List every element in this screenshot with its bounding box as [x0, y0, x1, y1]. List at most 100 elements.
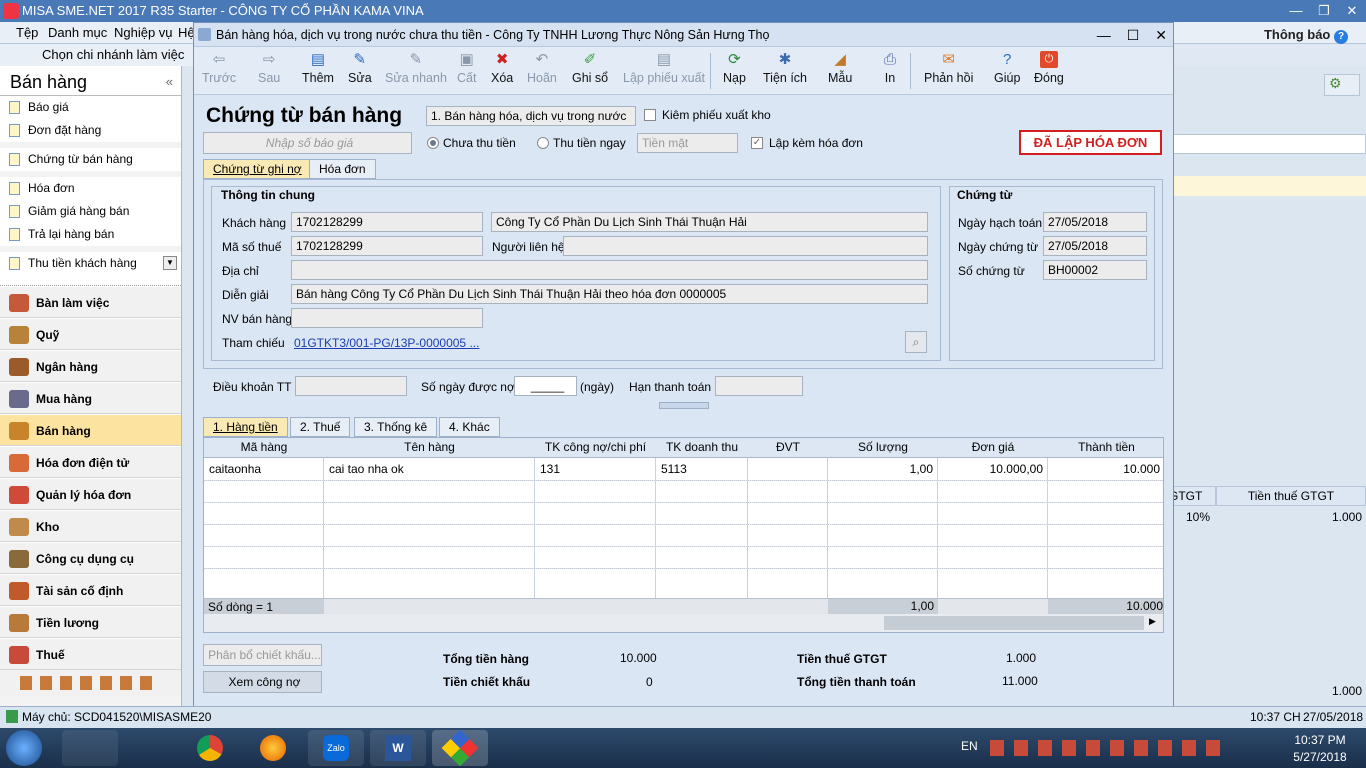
next-button[interactable]: ⇨ Sau: [258, 51, 280, 85]
posting-date-input[interactable]: 27/05/2018: [1043, 212, 1147, 232]
tab-stats[interactable]: 3. Thống kê: [354, 417, 438, 437]
notification-link[interactable]: Thông báo ?: [1264, 27, 1348, 44]
module-einvoice[interactable]: Hóa đơn điện tử: [0, 446, 181, 478]
language-indicator[interactable]: EN: [961, 739, 978, 753]
module-sales[interactable]: Bán hàng: [0, 414, 181, 446]
quote-input[interactable]: Nhập số báo giá: [203, 132, 412, 154]
dialog-close-icon[interactable]: ✕: [1155, 23, 1167, 47]
restore-icon[interactable]: ❐: [1310, 0, 1338, 22]
col-code[interactable]: Mã hàng: [204, 438, 324, 458]
cell-code[interactable]: caitaonha: [204, 458, 324, 480]
add-button[interactable]: ▤ Thêm: [302, 51, 334, 85]
explorer-icon[interactable]: [62, 730, 118, 766]
sidebar-item-sales-voucher[interactable]: Chứng từ bán hàng: [0, 148, 181, 171]
sidebar-item-collect[interactable]: Thu tiền khách hàng ▼: [0, 252, 181, 276]
quick-edit-button[interactable]: ✎ Sửa nhanh: [385, 51, 447, 85]
utility-button[interactable]: ✱ Tiện ích: [763, 51, 807, 85]
voucher-no-input[interactable]: BH00002: [1043, 260, 1147, 280]
col-price[interactable]: Đơn giá: [938, 438, 1048, 458]
horizontal-scrollbar[interactable]: ▶: [204, 614, 1163, 632]
cash-select[interactable]: Tiền mặt: [637, 133, 738, 153]
sidebar-item-discount[interactable]: Giảm giá hàng bán: [0, 200, 181, 223]
menu-catalog[interactable]: Danh mục: [48, 25, 107, 40]
cell-unit[interactable]: [748, 458, 828, 480]
module-payroll[interactable]: Tiền lương: [0, 606, 181, 638]
undo-button[interactable]: ↶ Hoãn: [527, 51, 557, 85]
taxcode-input[interactable]: 1702128299: [291, 236, 483, 256]
dropdown-icon[interactable]: ▼: [163, 256, 177, 270]
feedback-button[interactable]: ✉ Phản hồi: [924, 51, 973, 85]
save-button[interactable]: ▣ Cất: [457, 51, 476, 85]
sidebar-item-quote[interactable]: Báo giá: [0, 96, 181, 119]
reference-search-icon[interactable]: ⌕: [905, 331, 927, 353]
close-icon[interactable]: ✕: [1338, 0, 1366, 22]
prev-button[interactable]: ⇦ Trước: [202, 51, 236, 85]
module-invoice-mgmt[interactable]: Quản lý hóa đơn: [0, 478, 181, 510]
due-date-input[interactable]: [715, 376, 803, 396]
voucher-date-input[interactable]: 27/05/2018: [1043, 236, 1147, 256]
print-button[interactable]: ⎙ In: [881, 51, 899, 85]
menu-file[interactable]: Tệp: [16, 25, 38, 40]
export-slip-button[interactable]: ▤ Lập phiếu xuất: [623, 51, 705, 85]
staff-input[interactable]: [291, 308, 483, 328]
start-button-icon[interactable]: [6, 730, 42, 766]
module-warehouse[interactable]: Kho: [0, 510, 181, 542]
paid-now-radio[interactable]: [537, 137, 549, 149]
cell-name[interactable]: cai tao nha ok: [324, 458, 535, 480]
col-amount[interactable]: Thành tiền: [1048, 438, 1163, 458]
module-tools[interactable]: Công cụ dụng cụ: [0, 542, 181, 574]
cell-revenue-account[interactable]: 5113: [656, 458, 748, 480]
days-input[interactable]: _____: [514, 376, 577, 396]
help-button[interactable]: ? Giúp: [994, 51, 1020, 85]
tray-icons[interactable]: [990, 740, 1230, 756]
zalo-icon[interactable]: Zalo: [308, 730, 364, 766]
reload-button[interactable]: ⟳ Nạp: [723, 51, 746, 85]
sidebar-item-order[interactable]: Đơn đặt hàng: [0, 119, 181, 142]
word-icon[interactable]: W: [370, 730, 426, 766]
stock-check-box[interactable]: [644, 109, 656, 121]
post-button[interactable]: ✐ Ghi sổ: [572, 51, 608, 85]
chrome-icon[interactable]: [182, 730, 238, 766]
module-assets[interactable]: Tài sản cố định: [0, 574, 181, 606]
tab-debt-voucher[interactable]: Chứng từ ghi nợ: [203, 159, 312, 179]
minimize-icon[interactable]: —: [1282, 0, 1310, 22]
edit-button[interactable]: ✎ Sửa: [348, 51, 372, 85]
col-quantity[interactable]: Số lượng: [828, 438, 938, 458]
view-debt-button[interactable]: Xem công nợ: [203, 671, 322, 693]
voucher-type-select[interactable]: 1. Bán hàng hóa, dịch vụ trong nước: [426, 106, 636, 126]
close-button[interactable]: ⏻ Đóng: [1034, 51, 1064, 85]
clock-date[interactable]: 5/27/2018: [1290, 750, 1350, 764]
branch-selector[interactable]: Chọn chi nhánh làm việc: [0, 44, 195, 66]
col-name[interactable]: Tên hàng: [324, 438, 535, 458]
customer-code-input[interactable]: 1702128299: [291, 212, 483, 232]
tab-invoice[interactable]: Hóa đơn: [309, 159, 376, 179]
tab-goods[interactable]: 1. Hàng tiền: [203, 417, 288, 437]
reference-link[interactable]: 01GTKT3/001-PG/13P-0000005 ...: [294, 336, 479, 350]
firefox-icon[interactable]: [245, 730, 301, 766]
tab-tax[interactable]: 2. Thuế: [290, 417, 351, 437]
discount-alloc-button[interactable]: Phân bổ chiết khấu...: [203, 644, 322, 666]
media-player-icon[interactable]: [122, 730, 178, 766]
module-purchase[interactable]: Mua hàng: [0, 382, 181, 414]
clock-time[interactable]: 10:37 PM: [1290, 733, 1350, 747]
template-button[interactable]: ◢ Mẫu: [828, 51, 852, 85]
dialog-minimize-icon[interactable]: —: [1097, 23, 1111, 47]
dialog-maximize-icon[interactable]: ☐: [1127, 23, 1140, 47]
scroll-right-icon[interactable]: ▶: [1149, 616, 1156, 627]
sidebar-item-return[interactable]: Trả lại hàng bán: [0, 223, 181, 246]
collapse-icon[interactable]: «: [166, 74, 173, 89]
description-input[interactable]: Bán hàng Công Ty Cổ Phần Du Lịch Sinh Th…: [291, 284, 928, 304]
col-revenue-account[interactable]: TK doanh thu: [656, 438, 748, 458]
tab-other[interactable]: 4. Khác: [439, 417, 500, 437]
cell-quantity[interactable]: 1,00: [828, 458, 938, 480]
terms-input[interactable]: [295, 376, 407, 396]
collapse-handle[interactable]: [659, 402, 709, 409]
module-tax[interactable]: Thuế: [0, 638, 181, 670]
module-bank[interactable]: Ngân hàng: [0, 350, 181, 382]
scroll-thumb[interactable]: [884, 616, 1144, 630]
help-icon[interactable]: ?: [1334, 30, 1348, 44]
contact-input[interactable]: [563, 236, 928, 256]
address-input[interactable]: [291, 260, 928, 280]
misa-icon[interactable]: [432, 729, 488, 767]
with-invoice-checkbox[interactable]: ✓: [751, 137, 763, 149]
